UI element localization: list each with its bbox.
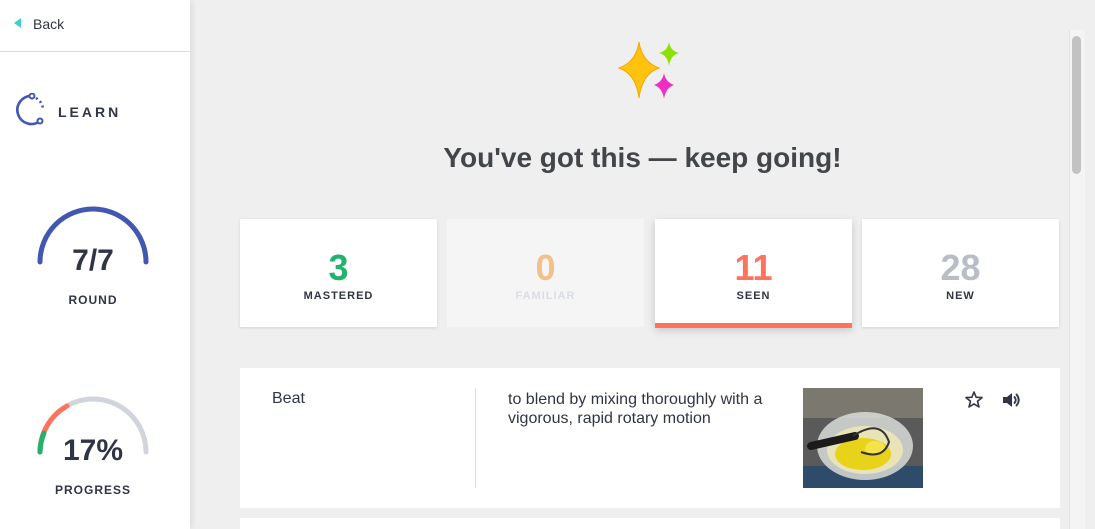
- stat-seen[interactable]: 11 SEEN: [655, 219, 852, 328]
- stat-label: NEW: [946, 290, 975, 302]
- stat-count: 3: [328, 247, 349, 288]
- stat-count: 0: [535, 247, 556, 288]
- term-text: Beat: [272, 390, 305, 407]
- mode-label: LEARN: [58, 104, 122, 120]
- mode-indicator: LEARN: [12, 93, 121, 131]
- term-card: Beat to blend by mixing thoroughly with …: [240, 368, 1060, 508]
- card-divider: [475, 388, 476, 488]
- round-gauge: 7/7 ROUND: [37, 206, 149, 316]
- progress-label: PROGRESS: [54, 483, 131, 497]
- round-value: 7/7: [72, 244, 114, 277]
- learn-mode-icon: [16, 93, 45, 126]
- progress-value: 17%: [62, 434, 124, 467]
- star-icon[interactable]: [964, 390, 984, 410]
- active-indicator: [655, 323, 852, 328]
- back-label: Back: [33, 16, 65, 32]
- round-label: ROUND: [68, 293, 118, 307]
- stat-new[interactable]: 28 NEW: [862, 219, 1059, 327]
- back-button[interactable]: Back: [0, 0, 190, 52]
- sidebar: Back LEARN 7/7 ROUND 17% PROGRESS: [0, 0, 190, 529]
- stat-label: FAMILIAR: [515, 290, 576, 302]
- sparkles-icon: [617, 41, 679, 99]
- term-image[interactable]: [803, 388, 923, 488]
- stat-count: 11: [734, 247, 773, 288]
- definition-text: to blend by mixing thoroughly with a vig…: [508, 391, 763, 427]
- back-arrow-icon: [14, 18, 21, 28]
- stat-label: MASTERED: [303, 290, 374, 302]
- stat-mastered[interactable]: 3 MASTERED: [240, 219, 437, 327]
- scrollbar-thumb[interactable]: [1072, 36, 1081, 174]
- headline: You've got this — keep going!: [443, 142, 842, 173]
- stat-familiar[interactable]: 0 FAMILIAR: [447, 219, 644, 327]
- progress-gauge: 17% PROGRESS: [37, 396, 149, 506]
- next-term-card: [240, 518, 1060, 529]
- stat-label: SEEN: [736, 290, 771, 302]
- stat-count: 28: [940, 247, 981, 288]
- speaker-icon[interactable]: [1000, 389, 1022, 411]
